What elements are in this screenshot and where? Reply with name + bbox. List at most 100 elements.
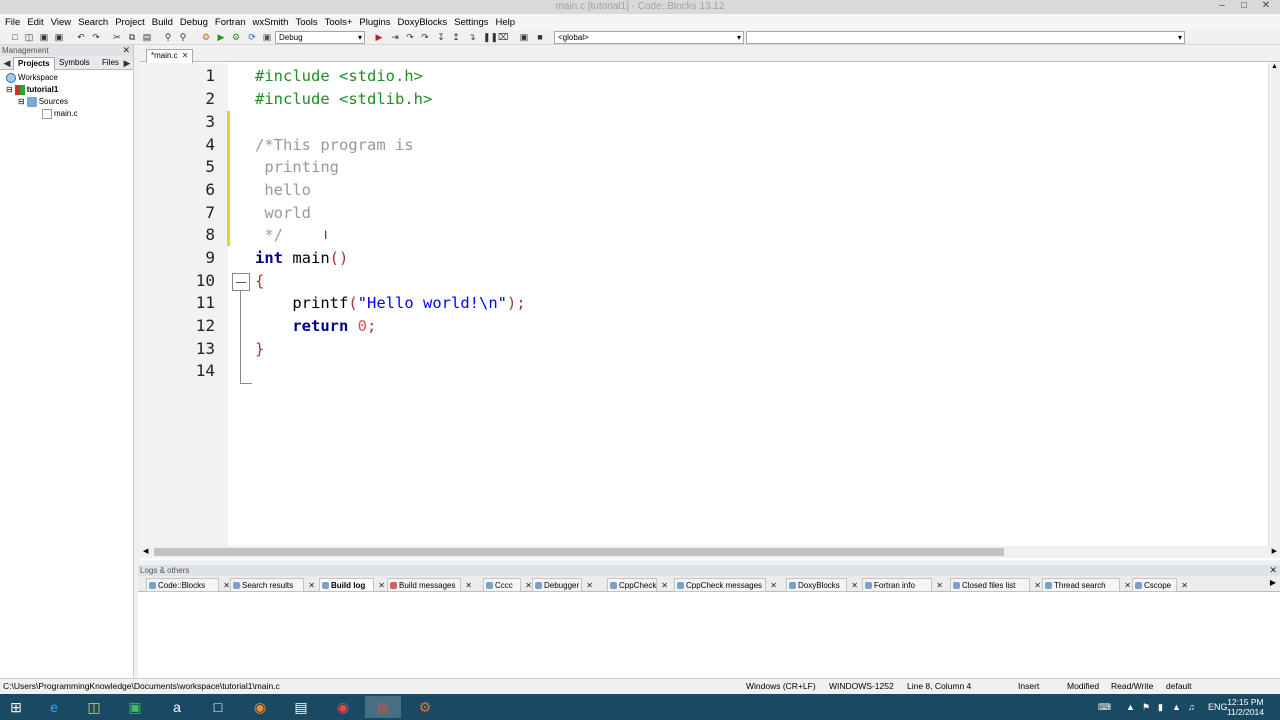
close-icon[interactable]: ✕ (308, 579, 315, 592)
close-icon[interactable]: ✕ (465, 579, 472, 592)
debug-windows-icon[interactable]: ▣ (519, 32, 529, 42)
step-icon[interactable]: ↴ (467, 32, 477, 42)
chrome-icon[interactable]: ◉ (325, 696, 361, 718)
build-icon[interactable]: ⚙ (201, 32, 211, 42)
tree-workspace[interactable]: Workspace (0, 72, 133, 84)
menu-search[interactable]: Search (76, 17, 113, 28)
log-tab-thread-search[interactable]: Thread search ✕ (1042, 578, 1131, 592)
tab-scroll-left-icon[interactable]: ◀ (2, 58, 12, 68)
menu-file[interactable]: File (3, 17, 25, 28)
close-button[interactable]: ✕ (1256, 0, 1276, 14)
info-icon[interactable]: ■ (535, 32, 545, 42)
menu-settings[interactable]: Settings (452, 17, 493, 28)
step-into-icon[interactable]: ↧ (436, 32, 446, 42)
menu-plugins[interactable]: Plugins (357, 17, 395, 28)
log-tab-doxyblocks[interactable]: DoxyBlocks ✕ (786, 578, 858, 592)
close-icon[interactable]: ✕ (182, 51, 189, 60)
tree-folder[interactable]: ⊟ Sources (0, 96, 133, 108)
run-icon[interactable]: ▶ (216, 32, 226, 42)
collapse-icon[interactable]: ⊟ (18, 97, 25, 106)
close-icon[interactable]: ✕ (661, 579, 668, 592)
scope-select[interactable]: <global> ▾ (554, 31, 744, 44)
stop-debug-icon[interactable]: ⌧ (498, 32, 508, 42)
minimize-button[interactable]: – (1212, 0, 1232, 14)
network-icon[interactable]: ▲ (1172, 694, 1181, 720)
language-indicator[interactable]: ENG (1208, 694, 1228, 720)
codeblocks-icon[interactable]: ▦ (365, 696, 401, 718)
close-icon[interactable]: ✕ (586, 579, 593, 592)
open-icon[interactable]: ◫ (24, 32, 34, 42)
start-button[interactable]: ⊞ (0, 696, 32, 718)
menu-build[interactable]: Build (150, 17, 178, 28)
volume-icon[interactable]: ♫ (1188, 694, 1195, 720)
undo-icon[interactable]: ↶ (76, 32, 86, 42)
log-tab-codeblocks[interactable]: Code::Blocks ✕ (146, 578, 230, 592)
collapse-icon[interactable]: ⊟ (6, 85, 13, 94)
run-to-cursor-icon[interactable]: ⇥ (390, 32, 400, 42)
step-out-icon[interactable]: ↥ (451, 32, 461, 42)
close-icon[interactable]: ✕ (936, 579, 943, 592)
log-tab-cscope[interactable]: Cscope ✕ (1132, 578, 1188, 592)
close-icon[interactable]: ✕ (223, 579, 230, 592)
desktop-icon[interactable]: □ (200, 696, 236, 718)
close-icon[interactable]: ✕ (1034, 579, 1041, 592)
tree-file[interactable]: main.c (0, 108, 133, 120)
editor-tab-main-c[interactable]: *main.c ✕ (146, 49, 194, 63)
vertical-scrollbar[interactable]: ▲ (1268, 63, 1280, 546)
amazon-icon[interactable]: a (159, 696, 195, 718)
menu-tools[interactable]: Tools (293, 17, 322, 28)
redo-icon[interactable]: ↷ (91, 32, 101, 42)
menu-project[interactable]: Project (113, 17, 150, 28)
tab-symbols[interactable]: Symbols (55, 57, 94, 70)
build-log-content[interactable] (138, 592, 1280, 678)
store-icon[interactable]: ▣ (117, 696, 153, 718)
tab-files[interactable]: Files (98, 57, 123, 70)
log-tab-debugger[interactable]: Debugger ✕ (532, 578, 593, 592)
close-icon[interactable]: ✕ (378, 579, 385, 592)
close-icon[interactable]: ✕ (851, 579, 858, 592)
close-icon[interactable]: ✕ (525, 579, 532, 592)
menu-wxsmith[interactable]: wxSmith (251, 17, 294, 28)
remote-desktop-icon[interactable]: ▤ (283, 696, 319, 718)
debug-run-icon[interactable]: ▶ (374, 32, 384, 42)
scroll-up-icon[interactable]: ▲ (1271, 63, 1278, 70)
copy-icon[interactable]: ⧉ (127, 32, 137, 42)
pause-icon[interactable]: ❚❚ (483, 32, 498, 42)
battery-icon[interactable]: ▮ (1158, 694, 1163, 720)
save-all-icon[interactable]: ▣ (54, 32, 64, 42)
tab-projects[interactable]: Projects (13, 57, 55, 70)
log-tab-build-log[interactable]: Build log ✕ (319, 578, 385, 592)
scroll-thumb[interactable] (154, 548, 1004, 556)
close-icon[interactable]: ✕ (122, 45, 130, 56)
chevron-up-icon[interactable]: ▲ (1126, 694, 1135, 720)
log-tab-cccc[interactable]: Cccc ✕ (483, 578, 532, 592)
build-run-icon[interactable]: ⚙ (231, 32, 241, 42)
abort-icon[interactable]: ▣ (262, 32, 272, 42)
paste-icon[interactable]: ▤ (142, 32, 152, 42)
tab-scroll-right-icon[interactable]: ▶ (122, 58, 132, 68)
new-file-icon[interactable]: □ (10, 32, 20, 42)
log-tab-closed-files[interactable]: Closed files list ✕ (950, 578, 1041, 592)
firefox-icon[interactable]: ◉ (242, 696, 278, 718)
function-select[interactable]: ▾ (746, 31, 1185, 44)
clock[interactable]: 12:15 PM 11/2/2014 (1227, 697, 1264, 717)
close-icon[interactable]: ✕ (1124, 579, 1131, 592)
close-icon[interactable]: ✕ (1181, 579, 1188, 592)
menu-debug[interactable]: Debug (178, 17, 213, 28)
horizontal-scrollbar[interactable]: ◀ ▶ (140, 546, 1280, 558)
next-line-icon[interactable]: ↷ (405, 32, 415, 42)
save-icon[interactable]: ▣ (39, 32, 49, 42)
find-icon[interactable]: ⚲ (163, 32, 173, 42)
maximize-button[interactable]: □ (1234, 0, 1254, 14)
menu-doxyblocks[interactable]: DoxyBlocks (396, 17, 453, 28)
replace-icon[interactable]: ⚲ (178, 32, 188, 42)
close-icon[interactable]: ✕ (1269, 565, 1277, 576)
keyboard-icon[interactable]: ⌨ (1098, 694, 1111, 720)
menu-fortran[interactable]: Fortran (213, 17, 251, 28)
tab-scroll-right-icon[interactable]: ▶ (1270, 578, 1276, 587)
internet-explorer-icon[interactable]: e (36, 696, 72, 718)
build-target-select[interactable]: Debug ▾ (275, 31, 365, 44)
menu-tools-plus[interactable]: Tools+ (323, 17, 358, 28)
menu-help[interactable]: Help (494, 17, 521, 28)
log-tab-build-messages[interactable]: Build messages ✕ (387, 578, 472, 592)
